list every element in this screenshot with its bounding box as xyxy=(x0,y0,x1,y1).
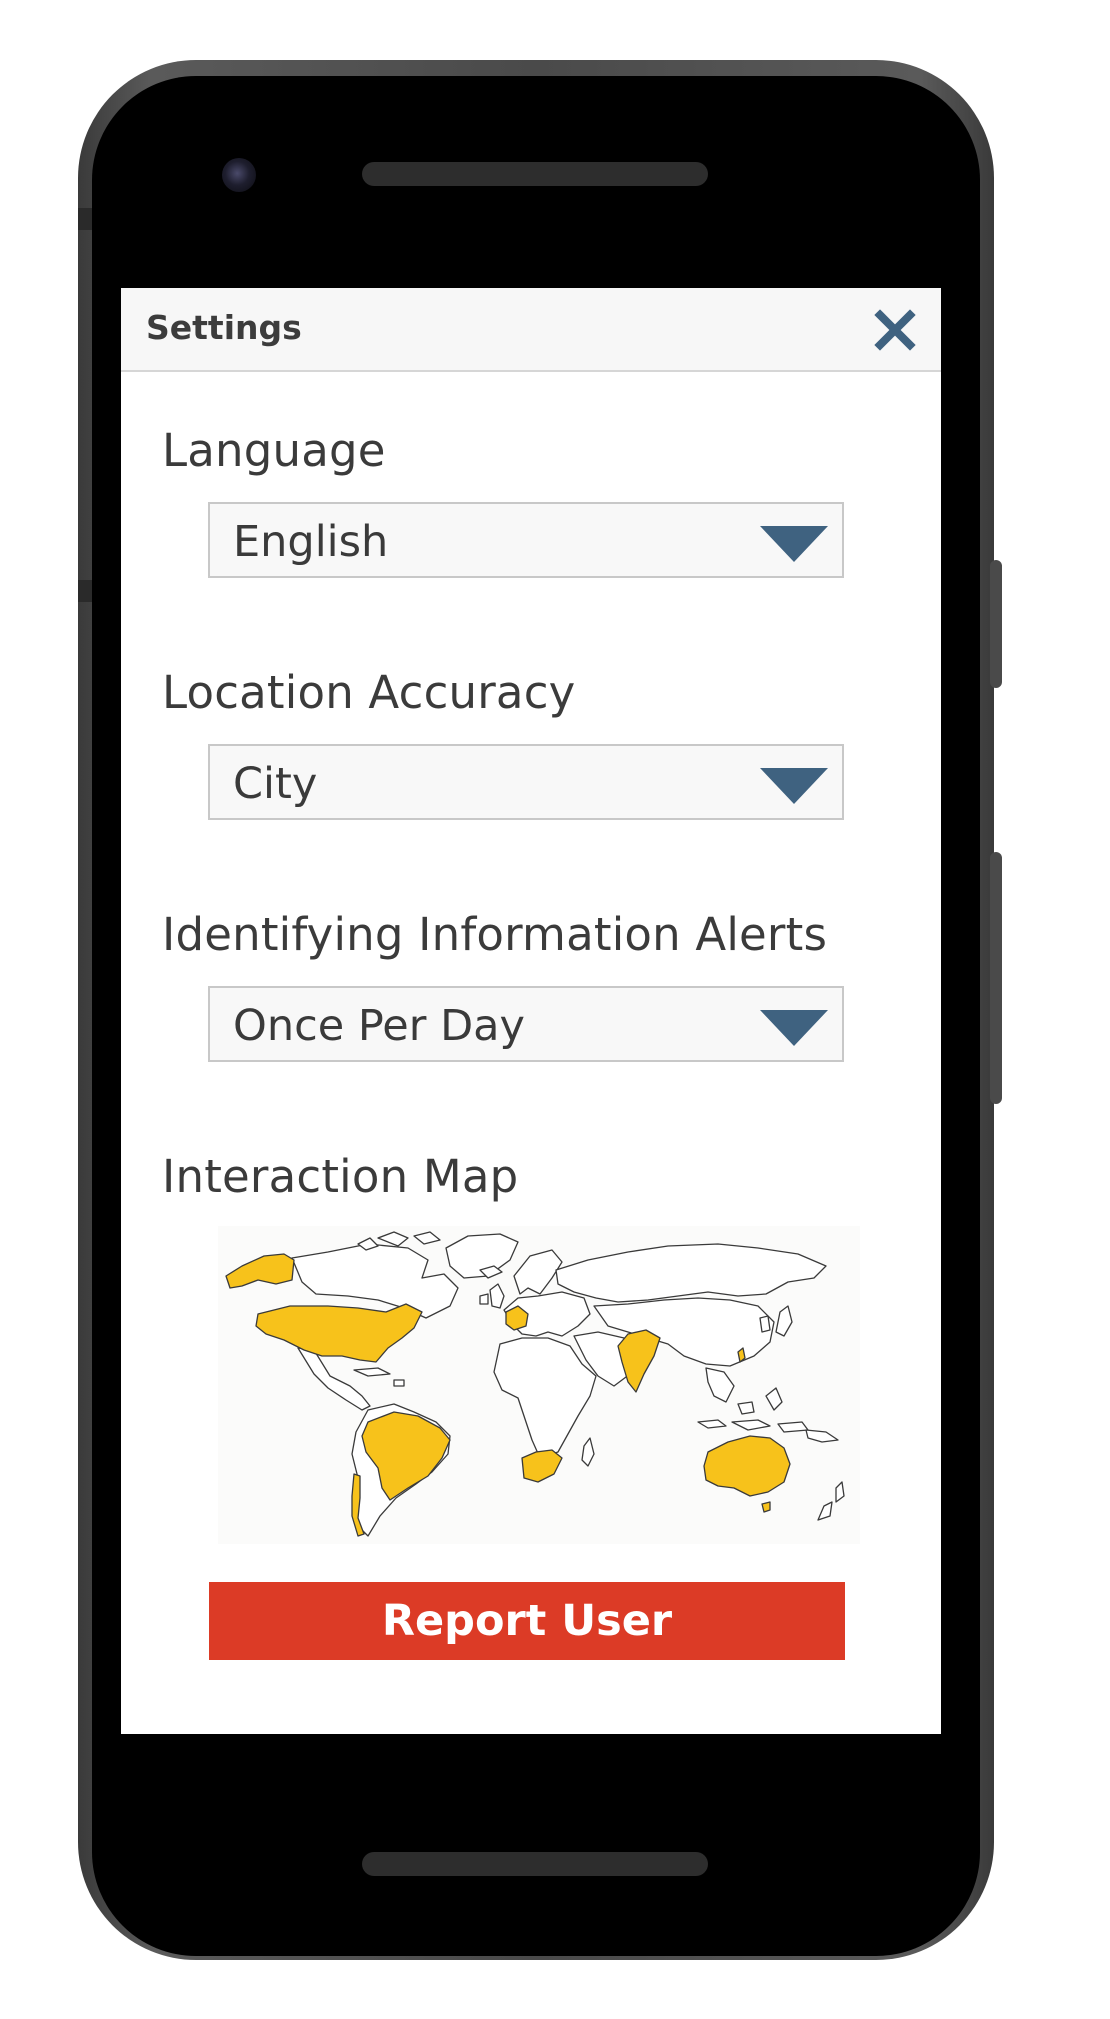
front-camera xyxy=(222,158,256,192)
map-uk xyxy=(479,1283,505,1309)
settings-screen: Settings Language English Location Accur… xyxy=(121,288,941,1734)
location-accuracy-select[interactable]: City xyxy=(208,744,844,820)
chevron-down-icon xyxy=(760,1010,828,1046)
close-button[interactable] xyxy=(873,308,917,352)
map-united-states xyxy=(255,1303,423,1363)
map-australia xyxy=(703,1435,791,1497)
map-korea xyxy=(759,1315,771,1333)
world-map xyxy=(225,1231,845,1537)
chevron-down-icon xyxy=(760,768,828,804)
id-alerts-value: Once Per Day xyxy=(233,1001,525,1051)
phone-volume-button xyxy=(990,852,1002,1104)
map-india xyxy=(617,1329,661,1393)
map-alaska xyxy=(225,1253,295,1289)
id-alerts-select[interactable]: Once Per Day xyxy=(208,986,844,1062)
language-select[interactable]: English xyxy=(208,502,844,578)
map-africa xyxy=(493,1337,597,1459)
report-user-label: Report User xyxy=(381,1596,673,1646)
earpiece-speaker xyxy=(362,162,708,186)
map-new-zealand xyxy=(817,1481,845,1521)
map-russia xyxy=(555,1243,827,1303)
map-japan xyxy=(775,1305,793,1337)
map-tasmania xyxy=(761,1501,771,1513)
interaction-map-label: Interaction Map xyxy=(162,1150,519,1203)
page-title: Settings xyxy=(146,308,302,347)
map-south-africa xyxy=(521,1449,563,1483)
language-label: Language xyxy=(162,424,386,477)
report-user-button[interactable]: Report User xyxy=(209,1582,845,1660)
id-alerts-label: Identifying Information Alerts xyxy=(162,908,828,961)
close-x-icon xyxy=(874,309,916,351)
settings-header: Settings xyxy=(121,288,941,372)
interaction-map[interactable] xyxy=(218,1226,860,1544)
map-caribbean xyxy=(353,1367,405,1387)
map-papua xyxy=(805,1429,839,1443)
map-madagascar xyxy=(581,1437,595,1467)
location-accuracy-label: Location Accuracy xyxy=(162,666,576,719)
map-scandinavia xyxy=(513,1249,563,1295)
language-value: English xyxy=(233,517,389,567)
phone-power-button xyxy=(990,560,1002,688)
location-accuracy-value: City xyxy=(233,759,318,809)
phone-side-band-bottom xyxy=(78,580,92,602)
phone-side-band-top xyxy=(78,208,92,230)
map-southeast-asia xyxy=(705,1367,735,1403)
bottom-speaker xyxy=(362,1852,708,1876)
chevron-down-icon xyxy=(760,526,828,562)
